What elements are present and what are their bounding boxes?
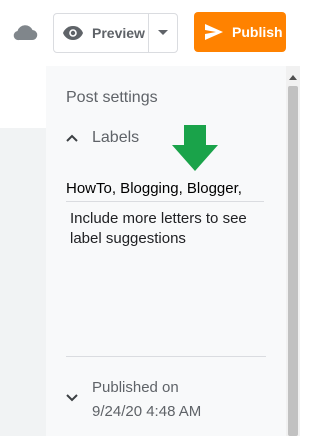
triangle-up-icon — [289, 75, 297, 80]
preview-label: Preview — [92, 25, 145, 41]
published-datetime: 9/24/20 4:48 AM — [92, 403, 202, 420]
chevron-down-icon — [66, 394, 78, 402]
send-icon — [205, 24, 223, 40]
labels-input[interactable]: HowTo, Blogging, Blogger, — [66, 180, 264, 202]
chevron-up-icon — [66, 134, 78, 142]
labels-section-header[interactable]: Labels — [66, 128, 139, 148]
top-toolbar: Preview Publish — [0, 0, 300, 66]
panel-scrollbar[interactable] — [286, 66, 300, 436]
section-divider — [66, 356, 266, 357]
eye-icon — [63, 26, 83, 40]
publish-label: Publish — [232, 24, 283, 40]
caret-down-icon — [158, 30, 168, 35]
cloud-saved-icon — [13, 25, 38, 41]
post-settings-panel: Post settings Labels HowTo, Blogging, Bl… — [46, 66, 286, 436]
publish-button[interactable]: Publish — [194, 12, 286, 52]
published-on-label: Published on — [92, 379, 179, 396]
preview-options-dropdown[interactable] — [149, 14, 177, 52]
label-suggestion-hint: Include more letters to see label sugges… — [70, 210, 247, 247]
panel-title: Post settings — [66, 89, 158, 106]
editor-background — [0, 128, 46, 436]
preview-button[interactable]: Preview — [54, 14, 149, 52]
arrow-down-icon — [172, 125, 218, 171]
scroll-up-button[interactable] — [286, 70, 300, 84]
labels-section-title: Labels — [92, 129, 140, 146]
editor-margin — [0, 66, 46, 128]
scrollbar-thumb[interactable] — [288, 86, 298, 436]
published-on-section[interactable]: Published on 9/24/20 4:48 AM — [66, 376, 201, 424]
preview-button-group: Preview — [53, 13, 178, 53]
